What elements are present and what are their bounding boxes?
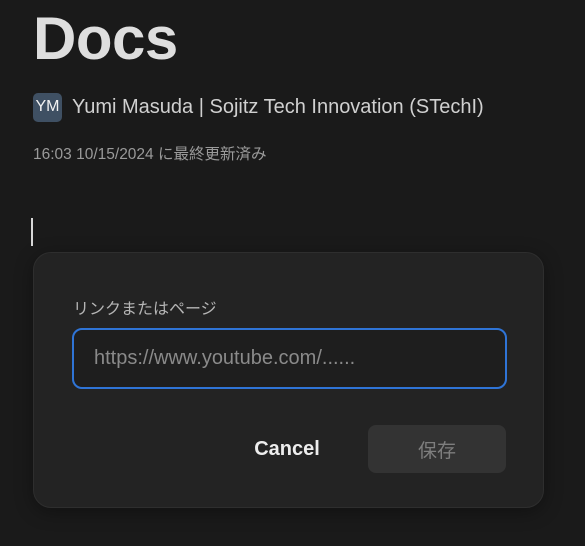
link-field-label: リンクまたはページ — [73, 301, 217, 318]
author-row: YM Yumi Masuda | Sojitz Tech Innovation … — [33, 92, 484, 122]
cancel-button[interactable]: Cancel — [234, 426, 340, 472]
link-dialog: リンクまたはページ Cancel 保存 — [33, 252, 544, 508]
page-title: Docs — [33, 5, 178, 72]
avatar[interactable]: YM — [33, 92, 62, 122]
save-button[interactable]: 保存 — [368, 425, 506, 473]
docs-page: Docs YM Yumi Masuda | Sojitz Tech Innova… — [0, 0, 585, 546]
text-cursor — [31, 218, 33, 246]
last-updated-text: 16:03 10/15/2024 に最終更新済み — [33, 146, 267, 163]
author-name[interactable]: Yumi Masuda | Sojitz Tech Innovation (ST… — [72, 96, 484, 119]
link-url-input[interactable] — [72, 328, 507, 389]
